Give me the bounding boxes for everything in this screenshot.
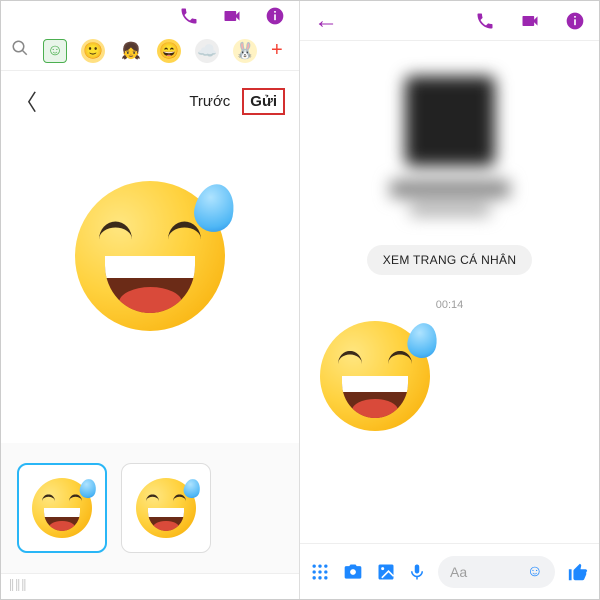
pack-face[interactable]: 👧 [119, 39, 143, 63]
apps-icon[interactable] [310, 562, 330, 582]
phone-icon[interactable] [179, 6, 199, 26]
send-button[interactable]: Gửi [242, 88, 285, 115]
camera-icon[interactable] [342, 562, 364, 582]
chevron-left-icon[interactable]: 〈 [15, 85, 37, 117]
pack-gray[interactable]: ☁️ [195, 39, 219, 63]
arrow-left-icon[interactable]: ← [314, 7, 338, 35]
phone-icon[interactable] [475, 11, 495, 31]
keyboard-icon: ⠿⠿⠿⠿⠿⠿ [9, 581, 27, 593]
video-icon[interactable] [221, 6, 243, 26]
emoji-grin-sweat-message [320, 321, 430, 431]
mic-icon[interactable] [408, 562, 426, 582]
smile-icon[interactable]: ☺ [527, 563, 543, 581]
message-timestamp: 00:14 [300, 299, 599, 311]
pack-grin-selected[interactable]: 😄 [157, 39, 181, 63]
nav-bar-right: Trước Gửi [189, 88, 285, 115]
thumbs-up-icon[interactable] [567, 561, 589, 583]
profile-area-blurred [300, 41, 599, 251]
pack-green[interactable]: ☺ [43, 39, 67, 63]
right-header: ← [300, 1, 599, 41]
video-icon[interactable] [519, 11, 541, 31]
prev-button[interactable]: Trước [189, 93, 230, 110]
gallery-icon[interactable] [376, 562, 396, 582]
left-header [1, 1, 299, 31]
pack-bunny[interactable]: 🐰 [233, 39, 257, 63]
emoji-grin-sweat-thumb [32, 478, 92, 538]
message-input-placeholder: Aa [450, 564, 467, 580]
composer: Aa ☺ [300, 543, 599, 599]
message-input[interactable]: Aa ☺ [438, 556, 555, 588]
sticker-thumb-1[interactable] [17, 463, 107, 553]
add-pack-button[interactable]: + [271, 39, 283, 62]
sticker-thumbnails [1, 443, 299, 573]
sticker-nav-bar: 〈 Trước Gửi [1, 71, 299, 131]
profile-sub-blurred [410, 204, 490, 216]
info-icon[interactable] [565, 11, 585, 31]
sticker-preview [1, 131, 299, 443]
emoji-grin-sweat-large [75, 181, 225, 331]
sticker-send-panel: ☺ 🙂 👧 😄 ☁️ 🐰 + 〈 Trước Gửi [1, 1, 300, 599]
chat-panel: ← XEM TRANG CÁ NHÂN 00:14 Aa ☺ [300, 1, 599, 599]
pack-yellow[interactable]: 🙂 [81, 39, 105, 63]
sent-sticker[interactable] [320, 321, 430, 431]
sticker-thumb-2[interactable] [121, 463, 211, 553]
sticker-pack-row: ☺ 🙂 👧 😄 ☁️ 🐰 + [1, 31, 299, 71]
profile-name-blurred [390, 180, 510, 198]
message-row [300, 321, 599, 431]
search-icon[interactable] [11, 39, 29, 62]
avatar [405, 76, 495, 166]
info-icon[interactable] [265, 6, 285, 26]
emoji-grin-sweat-thumb-2 [136, 478, 196, 538]
keyboard-toggle-row[interactable]: ⠿⠿⠿⠿⠿⠿ [1, 573, 299, 599]
